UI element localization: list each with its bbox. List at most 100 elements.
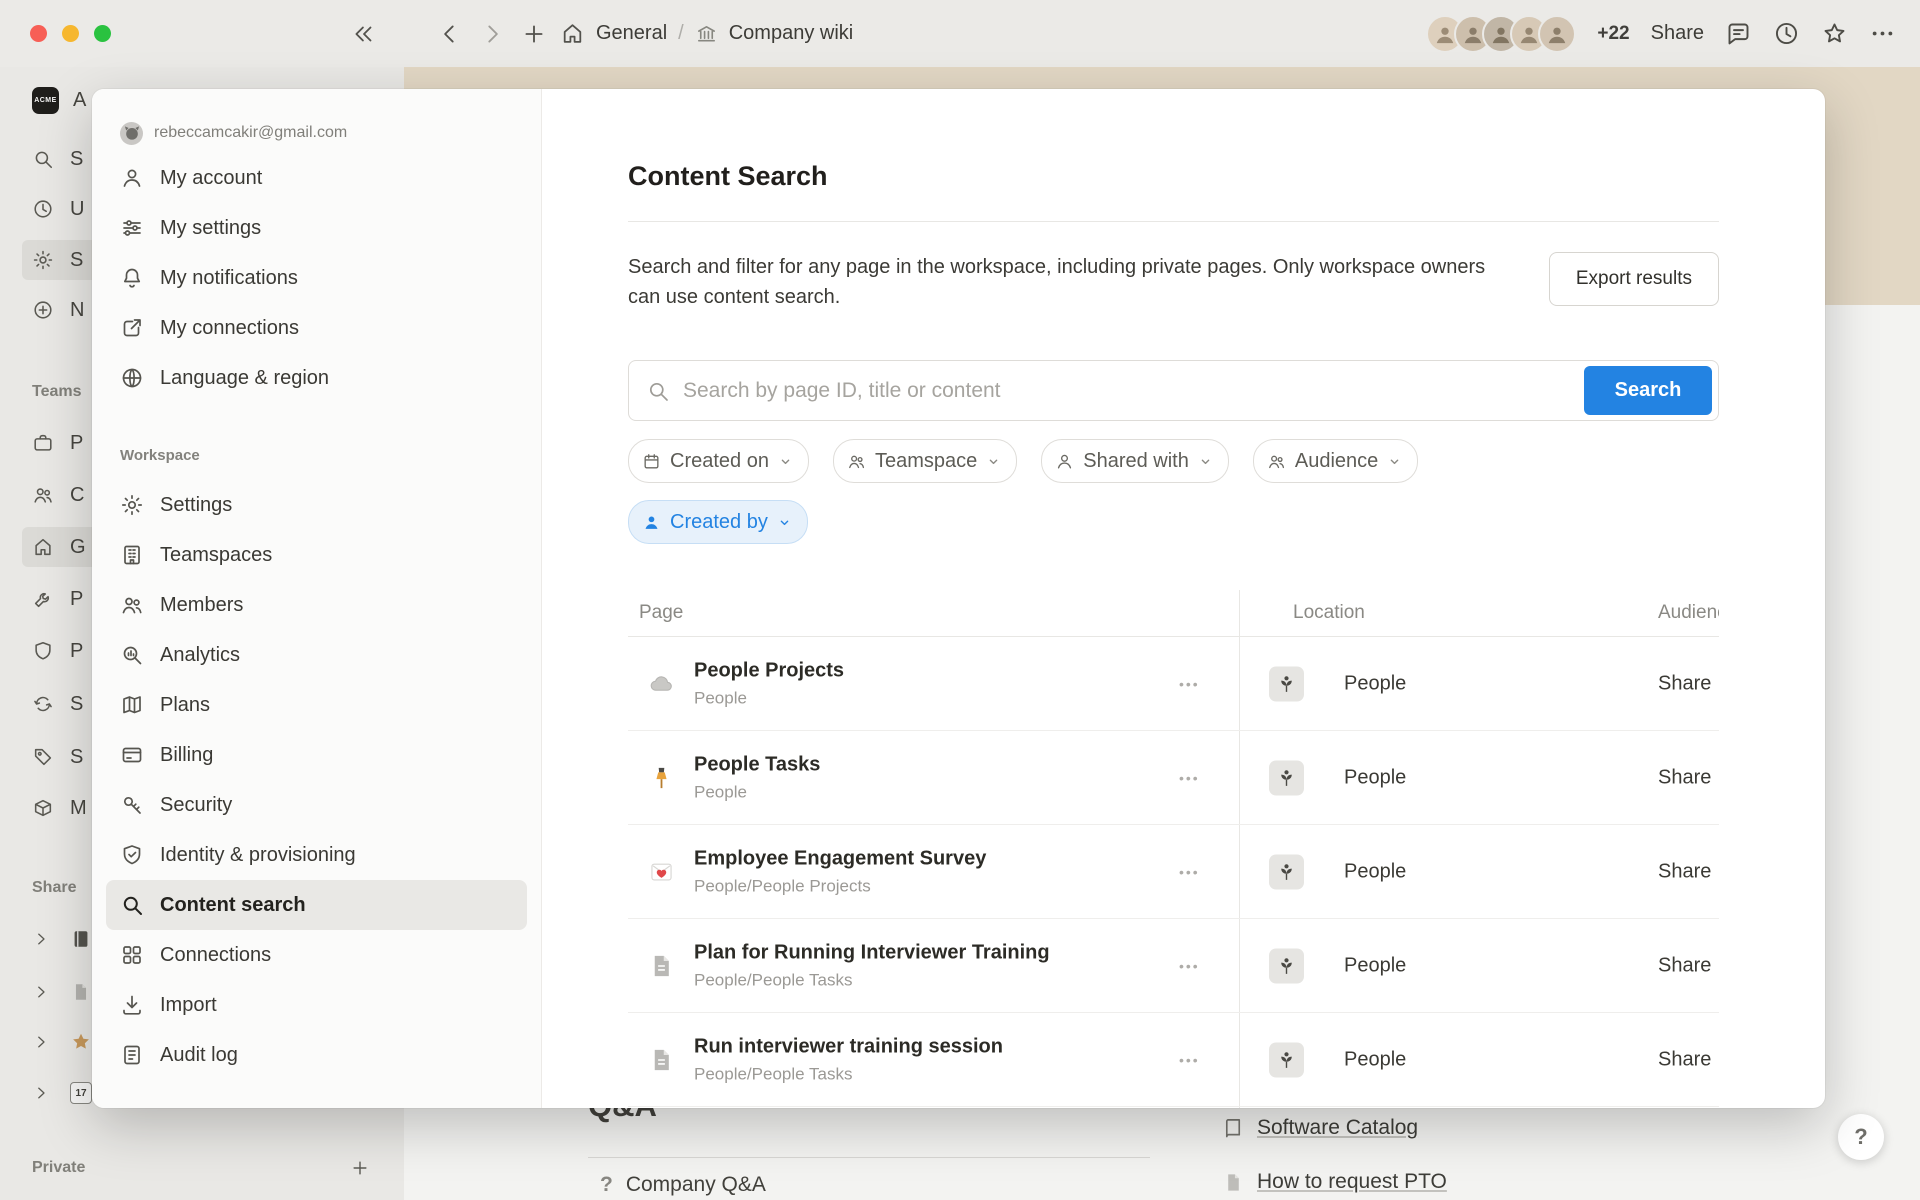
account-avatar <box>120 122 143 145</box>
nav-item-label: Security <box>160 794 232 817</box>
audience-value: Share <box>1658 1048 1711 1071</box>
nav-item-label: My settings <box>160 217 261 240</box>
nav-item-label: Analytics <box>160 644 240 667</box>
chevron-down-icon <box>1387 454 1402 469</box>
gear-icon <box>120 493 145 517</box>
table-row[interactable]: People Projects People ••• People Share <box>628 637 1719 731</box>
search-icon <box>646 379 670 403</box>
nav-item-label: Teamspaces <box>160 544 272 567</box>
nav-item-members[interactable]: Members <box>106 580 527 630</box>
page-description: Search and filter for any page in the wo… <box>628 252 1508 312</box>
search-icon <box>120 893 145 917</box>
nav-item-billing[interactable]: Billing <box>106 730 527 780</box>
column-header-audience: Audience <box>1658 602 1719 624</box>
people-icon <box>847 452 866 471</box>
table-row[interactable]: Run interviewer training session People/… <box>628 1013 1719 1107</box>
page-title: Plan for Running Interviewer Training <box>694 941 1050 964</box>
nav-item-label: Plans <box>160 694 210 717</box>
nav-item-connections[interactable]: Connections <box>106 930 527 980</box>
help-button[interactable]: ? <box>1838 1114 1884 1160</box>
shield-check-icon <box>120 843 145 867</box>
nav-item-language-region[interactable]: Language & region <box>106 353 527 403</box>
divider <box>628 221 1719 222</box>
page-title: People Tasks <box>694 753 820 776</box>
filter-label: Audience <box>1295 450 1378 473</box>
nav-item-label: My account <box>160 167 262 190</box>
nav-item-label: My notifications <box>160 267 298 290</box>
search-bar: Search <box>628 360 1719 421</box>
bell-icon <box>120 266 145 290</box>
filter-label: Teamspace <box>875 450 977 473</box>
workspace-section-header: Workspace <box>120 447 513 464</box>
nav-item-import[interactable]: Import <box>106 980 527 1030</box>
nav-item-label: Content search <box>160 894 306 917</box>
page-path: People <box>694 782 820 802</box>
location-value: People <box>1344 860 1406 883</box>
location-value: People <box>1344 954 1406 977</box>
content-search-panel: Content Search Search and filter for any… <box>542 89 1825 1108</box>
settings-nav: rebeccamcakir@gmail.com My account My se… <box>92 89 542 1108</box>
nav-item-my-notifications[interactable]: My notifications <box>106 253 527 303</box>
nav-item-label: Members <box>160 594 243 617</box>
pushpin-icon <box>648 764 675 791</box>
nav-item-label: Language & region <box>160 367 329 390</box>
account-row: rebeccamcakir@gmail.com <box>106 115 527 151</box>
nav-item-audit-log[interactable]: Audit log <box>106 1030 527 1080</box>
people-teamspace-icon <box>1269 666 1304 701</box>
filter-teamspace[interactable]: Teamspace <box>833 439 1017 483</box>
nav-item-settings[interactable]: Settings <box>106 480 527 530</box>
page-path: People/People Tasks <box>694 970 1050 990</box>
search-button[interactable]: Search <box>1584 366 1712 415</box>
nav-item-content-search[interactable]: Content search <box>106 880 527 930</box>
export-results-button[interactable]: Export results <box>1549 252 1719 306</box>
filter-shared-with[interactable]: Shared with <box>1041 439 1229 483</box>
row-more-options-icon[interactable]: ••• <box>1173 863 1206 881</box>
filter-row: Created on Teamspace Shared with Audienc… <box>628 439 1719 483</box>
location-value: People <box>1344 672 1406 695</box>
location-value: People <box>1344 766 1406 789</box>
nav-item-identity-provisioning[interactable]: Identity & provisioning <box>106 830 527 880</box>
nav-item-plans[interactable]: Plans <box>106 680 527 730</box>
map-icon <box>120 693 145 717</box>
row-more-options-icon[interactable]: ••• <box>1173 1051 1206 1069</box>
cloud-icon <box>648 670 675 697</box>
filter-audience[interactable]: Audience <box>1253 439 1418 483</box>
row-more-options-icon[interactable]: ••• <box>1173 675 1206 693</box>
audience-value: Share <box>1658 672 1711 695</box>
settings-modal: rebeccamcakir@gmail.com My account My se… <box>92 89 1825 1108</box>
nav-item-my-account[interactable]: My account <box>106 153 527 203</box>
page-title: Content Search <box>628 159 1719 193</box>
page-path: People <box>694 688 844 708</box>
nav-item-security[interactable]: Security <box>106 780 527 830</box>
love-letter-icon <box>648 858 675 885</box>
column-header-page: Page <box>639 602 683 624</box>
nav-item-label: Audit log <box>160 1044 238 1067</box>
table-row[interactable]: People Tasks People ••• People Share <box>628 731 1719 825</box>
table-header: Page Location Audience <box>628 590 1719 637</box>
location-value: People <box>1344 1048 1406 1071</box>
filter-created-by[interactable]: Created by <box>628 500 808 544</box>
nav-item-analytics[interactable]: Analytics <box>106 630 527 680</box>
filter-created-on[interactable]: Created on <box>628 439 809 483</box>
people-teamspace-icon <box>1269 854 1304 889</box>
account-email: rebeccamcakir@gmail.com <box>154 124 347 142</box>
page-path: People/People Projects <box>694 876 986 896</box>
calendar-icon <box>642 452 661 471</box>
nav-item-teamspaces[interactable]: Teamspaces <box>106 530 527 580</box>
nav-item-my-connections[interactable]: My connections <box>106 303 527 353</box>
filter-label: Created by <box>670 511 768 534</box>
analytics-icon <box>120 643 145 667</box>
arrow-out-icon <box>120 316 145 340</box>
people-teamspace-icon <box>1269 948 1304 983</box>
table-row[interactable]: Plan for Running Interviewer Training Pe… <box>628 919 1719 1013</box>
page-icon <box>648 952 675 979</box>
search-input[interactable] <box>681 378 1568 404</box>
chevron-down-icon <box>777 515 792 530</box>
row-more-options-icon[interactable]: ••• <box>1173 957 1206 975</box>
person-icon <box>1055 452 1074 471</box>
row-more-options-icon[interactable]: ••• <box>1173 769 1206 787</box>
nav-item-my-settings[interactable]: My settings <box>106 203 527 253</box>
table-row[interactable]: Employee Engagement Survey People/People… <box>628 825 1719 919</box>
person-icon <box>120 166 145 190</box>
filter-label: Created on <box>670 450 769 473</box>
